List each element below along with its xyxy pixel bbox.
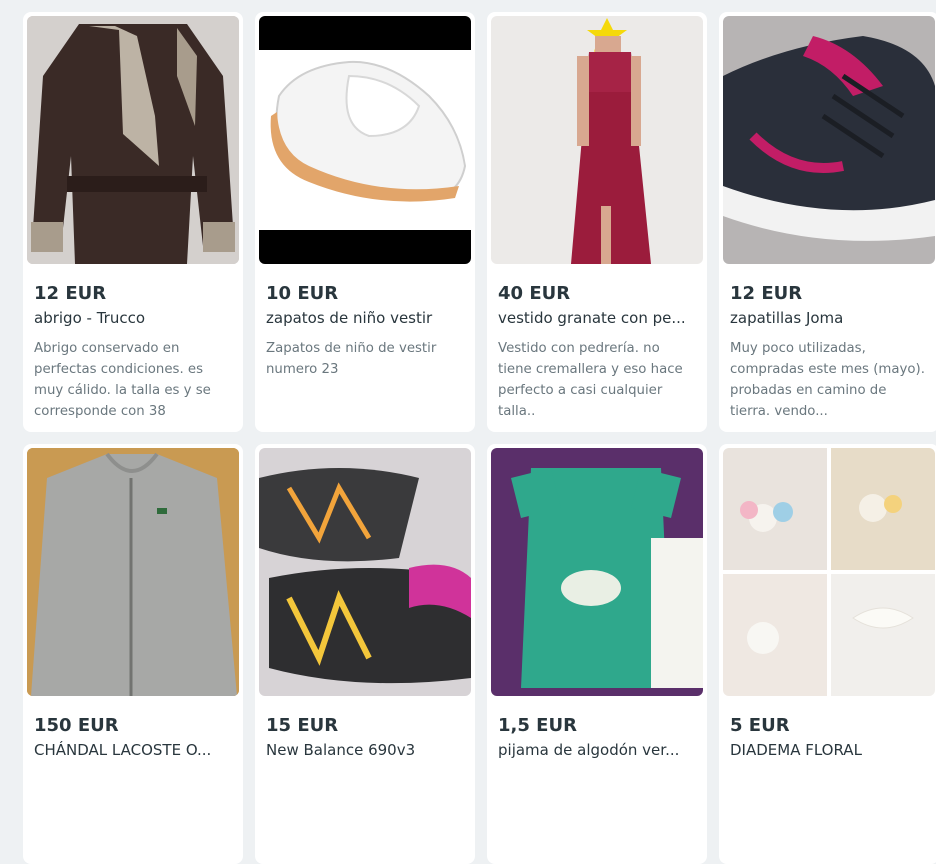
product-description: Abrigo conservado en perfectas condicion…	[34, 341, 211, 419]
product-image-pajama[interactable]	[491, 448, 703, 696]
product-description: Zapatos de niño de vestir numero 23	[266, 341, 437, 377]
product-card[interactable]: 40 EUR vestido granate con pe... Vestido…	[487, 12, 707, 432]
product-price: 12 EUR	[730, 283, 803, 304]
product-description: Muy poco utilizadas, compradas este mes …	[730, 341, 925, 419]
product-title[interactable]: New Balance 690v3	[266, 741, 466, 759]
product-image-coat[interactable]	[27, 16, 239, 264]
product-card[interactable]: 12 EUR abrigo - Trucco Abrigo conservado…	[23, 12, 243, 432]
product-card[interactable]: 12 EUR zapatillas Joma Muy poco utilizad…	[719, 12, 936, 432]
product-price: 150 EUR	[34, 715, 119, 736]
product-title[interactable]: pijama de algodón ver...	[498, 741, 698, 759]
product-title[interactable]: vestido granate con pe...	[498, 309, 698, 327]
product-price: 5 EUR	[730, 715, 790, 736]
product-title[interactable]: DIADEMA FLORAL	[730, 741, 930, 759]
product-price: 10 EUR	[266, 283, 339, 304]
product-image-sneakers-joma[interactable]	[723, 16, 935, 264]
product-image-sneakers-new-balance[interactable]	[259, 448, 471, 696]
product-grid: 12 EUR abrigo - Trucco Abrigo conservado…	[23, 12, 936, 864]
product-image-headbands[interactable]	[723, 448, 935, 696]
product-title[interactable]: CHÁNDAL LACOSTE O...	[34, 741, 234, 759]
product-price: 1,5 EUR	[498, 715, 577, 736]
product-card[interactable]: 5 EUR DIADEMA FLORAL	[719, 444, 936, 864]
product-title[interactable]: zapatos de niño vestir	[266, 309, 466, 327]
product-description: Vestido con pedrería. no tiene cremaller…	[498, 341, 683, 419]
product-title[interactable]: abrigo - Trucco	[34, 309, 234, 327]
product-card[interactable]: 15 EUR New Balance 690v3	[255, 444, 475, 864]
product-image-hoodie[interactable]	[27, 448, 239, 696]
product-card[interactable]: 150 EUR CHÁNDAL LACOSTE O...	[23, 444, 243, 864]
product-image-kids-shoes[interactable]	[259, 16, 471, 264]
product-price: 15 EUR	[266, 715, 339, 736]
product-card[interactable]: 10 EUR zapatos de niño vestir Zapatos de…	[255, 12, 475, 432]
product-image-dress[interactable]	[491, 16, 703, 264]
product-title[interactable]: zapatillas Joma	[730, 309, 930, 327]
product-price: 12 EUR	[34, 283, 107, 304]
product-price: 40 EUR	[498, 283, 571, 304]
product-card[interactable]: 1,5 EUR pijama de algodón ver...	[487, 444, 707, 864]
